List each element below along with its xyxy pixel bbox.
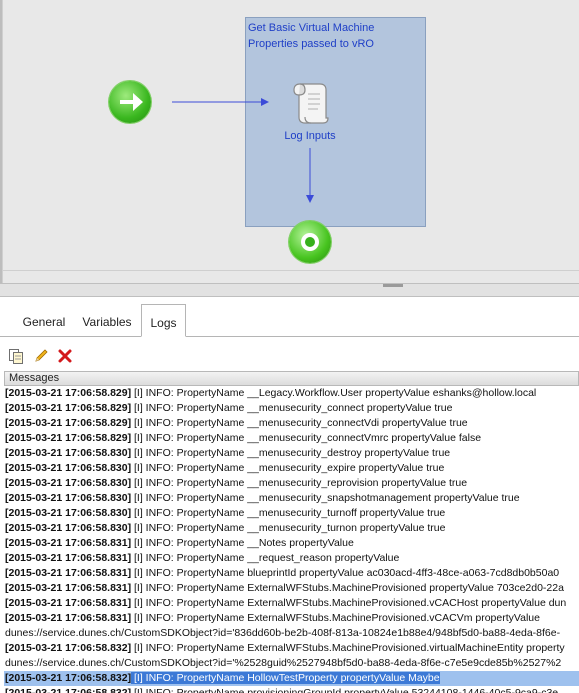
- log-row[interactable]: [2015-03-21 17:06:58.831] [I] INFO: Prop…: [4, 551, 579, 566]
- log-message: dunes://service.dunes.ch/CustomSDKObject…: [5, 657, 562, 669]
- log-message: [I] INFO: PropertyName __request_reason …: [131, 552, 400, 564]
- log-row[interactable]: dunes://service.dunes.ch/CustomSDKObject…: [4, 626, 579, 641]
- log-message: [I] INFO: PropertyName __menusecurity_tu…: [131, 507, 446, 519]
- log-timestamp: [2015-03-21 17:06:58.832]: [5, 687, 132, 693]
- log-row[interactable]: [2015-03-21 17:06:58.829] [I] INFO: Prop…: [4, 431, 579, 446]
- log-message: [I] INFO: PropertyName ExternalWFStubs.M…: [131, 582, 564, 594]
- workflow-canvas[interactable]: Get Basic Virtual Machine Properties pas…: [0, 0, 579, 283]
- log-message: [I] INFO: PropertyName __menusecurity_ex…: [131, 462, 445, 474]
- log-row[interactable]: [2015-03-21 17:06:58.830] [I] INFO: Prop…: [4, 491, 579, 506]
- log-message: [I] INFO: PropertyName ExternalWFStubs.M…: [131, 597, 567, 609]
- end-node-icon[interactable]: [289, 221, 331, 263]
- end-node-ring: [301, 233, 319, 251]
- log-message: [I] INFO: PropertyName __Legacy.Workflow…: [131, 387, 537, 399]
- splitter-grip-handle[interactable]: [383, 284, 403, 287]
- log-timestamp: [2015-03-21 17:06:58.831]: [5, 612, 132, 624]
- log-timestamp: [2015-03-21 17:06:58.829]: [5, 402, 132, 414]
- log-row[interactable]: [2015-03-21 17:06:58.831] [I] INFO: Prop…: [4, 611, 579, 626]
- tab-general[interactable]: General: [14, 311, 74, 337]
- log-timestamp: [2015-03-21 17:06:58.829]: [5, 417, 132, 429]
- edit-pencil-icon[interactable]: [33, 348, 49, 364]
- log-row[interactable]: [2015-03-21 17:06:58.830] [I] INFO: Prop…: [4, 461, 579, 476]
- log-timestamp: [2015-03-21 17:06:58.830]: [5, 462, 132, 474]
- log-row[interactable]: dunes://service.dunes.ch/CustomSDKObject…: [4, 656, 579, 671]
- log-row[interactable]: [2015-03-21 17:06:58.829] [I] INFO: Prop…: [4, 416, 579, 431]
- log-timestamp: [2015-03-21 17:06:58.832]: [5, 642, 132, 654]
- log-timestamp: [2015-03-21 17:06:58.830]: [5, 477, 132, 489]
- log-timestamp: [2015-03-21 17:06:58.831]: [5, 582, 132, 594]
- log-timestamp: [2015-03-21 17:06:58.829]: [5, 387, 132, 399]
- tab-logs[interactable]: Logs: [141, 304, 186, 337]
- log-message: [I] INFO: PropertyName __menusecurity_de…: [131, 447, 451, 459]
- log-message: [I] INFO: PropertyName ExternalWFStubs.M…: [131, 642, 565, 654]
- log-message: [I] INFO: PropertyName provisioningGroup…: [131, 687, 559, 693]
- log-row-selected[interactable]: [2015-03-21 17:06:58.832] [I] INFO: Prop…: [4, 671, 579, 686]
- log-message: [I] INFO: PropertyName __menusecurity_co…: [131, 402, 453, 414]
- log-row[interactable]: [2015-03-21 17:06:58.829] [I] INFO: Prop…: [4, 386, 579, 401]
- log-message: [I] INFO: PropertyName blueprintId prope…: [131, 567, 560, 579]
- task-label[interactable]: Log Inputs: [270, 130, 350, 142]
- logs-toolbar: [0, 337, 579, 371]
- log-message: [I] INFO: PropertyName __menusecurity_co…: [131, 417, 468, 429]
- log-row[interactable]: [2015-03-21 17:06:58.832] [I] INFO: Prop…: [4, 641, 579, 656]
- log-row[interactable]: [2015-03-21 17:06:58.831] [I] INFO: Prop…: [4, 566, 579, 581]
- tab-bar: General Variables Logs: [0, 297, 579, 337]
- log-timestamp: [2015-03-21 17:06:58.832]: [5, 672, 132, 684]
- log-timestamp: [2015-03-21 17:06:58.831]: [5, 537, 132, 549]
- log-message: [I] INFO: PropertyName __menusecurity_re…: [131, 477, 468, 489]
- log-timestamp: [2015-03-21 17:06:58.830]: [5, 522, 132, 534]
- log-timestamp: [2015-03-21 17:06:58.831]: [5, 567, 132, 579]
- scroll-script-icon[interactable]: [290, 78, 330, 126]
- log-row[interactable]: [2015-03-21 17:06:58.832] [I] INFO: Prop…: [4, 686, 579, 693]
- log-message: [I] INFO: PropertyName __menusecurity_tu…: [131, 522, 446, 534]
- log-timestamp: [2015-03-21 17:06:58.831]: [5, 552, 132, 564]
- messages-column-header[interactable]: Messages: [4, 371, 579, 386]
- log-message: [I] INFO: PropertyName __menusecurity_co…: [131, 432, 482, 444]
- tab-variables[interactable]: Variables: [72, 311, 142, 337]
- panel-splitter[interactable]: [0, 283, 579, 297]
- log-timestamp: [2015-03-21 17:06:58.830]: [5, 492, 132, 504]
- log-row[interactable]: [2015-03-21 17:06:58.829] [I] INFO: Prop…: [4, 401, 579, 416]
- log-timestamp: [2015-03-21 17:06:58.830]: [5, 447, 132, 459]
- log-row[interactable]: [2015-03-21 17:06:58.830] [I] INFO: Prop…: [4, 476, 579, 491]
- log-message: dunes://service.dunes.ch/CustomSDKObject…: [5, 627, 561, 639]
- log-row[interactable]: [2015-03-21 17:06:58.830] [I] INFO: Prop…: [4, 521, 579, 536]
- log-row[interactable]: [2015-03-21 17:06:58.831] [I] INFO: Prop…: [4, 596, 579, 611]
- delete-x-icon[interactable]: [57, 348, 73, 364]
- start-arrow-icon[interactable]: [109, 81, 151, 123]
- log-row[interactable]: [2015-03-21 17:06:58.831] [I] INFO: Prop…: [4, 581, 579, 596]
- log-row[interactable]: [2015-03-21 17:06:58.831] [I] INFO: Prop…: [4, 536, 579, 551]
- log-message: [I] INFO: PropertyName ExternalWFStubs.M…: [131, 612, 540, 624]
- log-row[interactable]: [2015-03-21 17:06:58.830] [I] INFO: Prop…: [4, 506, 579, 521]
- log-message: [I] INFO: PropertyName HollowTestPropert…: [131, 672, 440, 684]
- log-messages-list[interactable]: [2015-03-21 17:06:58.829] [I] INFO: Prop…: [4, 386, 579, 693]
- log-timestamp: [2015-03-21 17:06:58.829]: [5, 432, 132, 444]
- log-timestamp: [2015-03-21 17:06:58.831]: [5, 597, 132, 609]
- log-timestamp: [2015-03-21 17:06:58.830]: [5, 507, 132, 519]
- log-message: [I] INFO: PropertyName __menusecurity_sn…: [131, 492, 520, 504]
- log-row[interactable]: [2015-03-21 17:06:58.830] [I] INFO: Prop…: [4, 446, 579, 461]
- copy-icon[interactable]: [8, 348, 24, 364]
- log-message: [I] INFO: PropertyName __Notes propertyV…: [131, 537, 354, 549]
